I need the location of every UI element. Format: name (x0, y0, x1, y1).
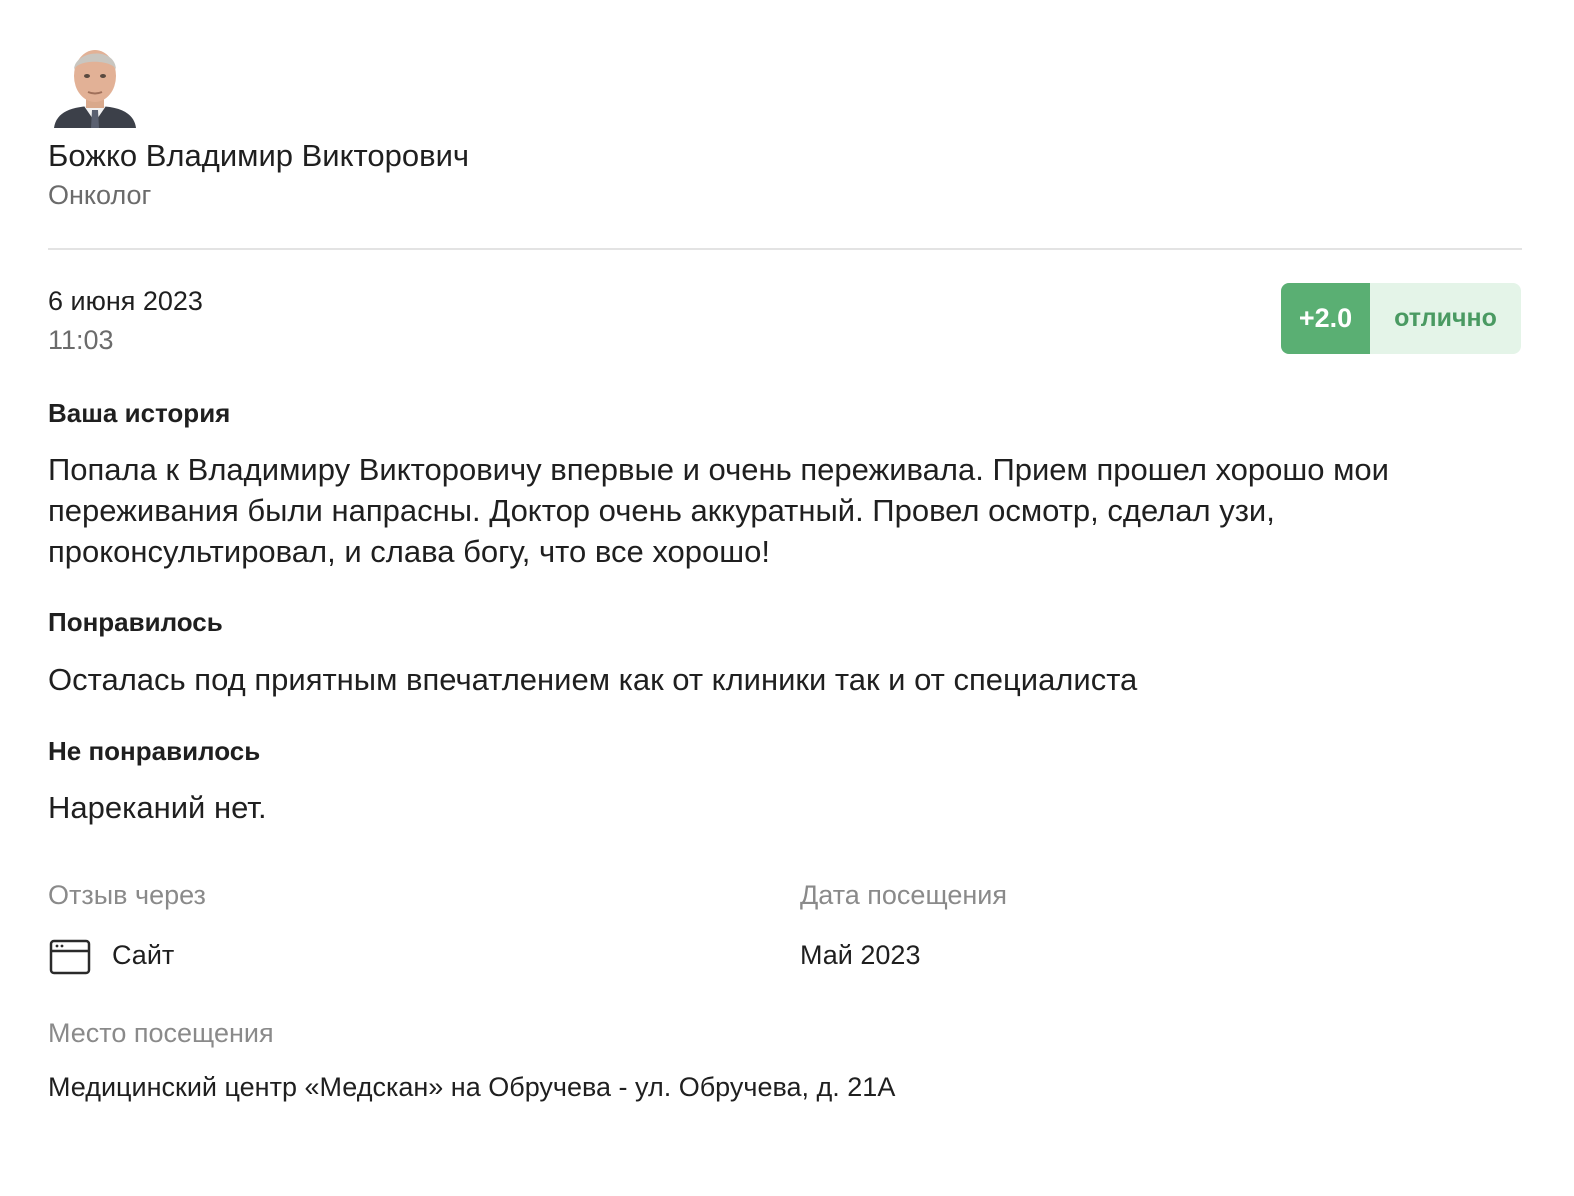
browser-window-icon (48, 937, 92, 977)
doctor-name[interactable]: Божко Владимир Викторович (48, 137, 469, 175)
doctor-photo (48, 40, 142, 128)
place-value[interactable]: Медицинский центр «Медскан» на Обручева … (48, 1070, 895, 1104)
liked-text: Осталась под приятным впечатлением как о… (48, 662, 1138, 697)
story-text: Попала к Владимиру Викторовичу впервые и… (48, 452, 1389, 569)
doctor-specialty: Онколог (48, 180, 152, 210)
place-label: Место посещения (48, 1018, 274, 1048)
doctor-avatar[interactable] (48, 40, 142, 128)
source-label: Отзыв через (48, 880, 206, 910)
story-title: Ваша история (48, 398, 231, 428)
review-card: Божко Владимир Викторович Онколог 6 июня… (0, 0, 1574, 1196)
disliked-text: Нареканий нет. (48, 790, 267, 825)
rating-label: отлично (1370, 283, 1521, 354)
review-date: 6 июня 2023 (48, 286, 203, 316)
rating-score: +2.0 (1281, 283, 1370, 354)
disliked-title: Не понравилось (48, 736, 261, 766)
liked-title: Понравилось (48, 607, 223, 637)
rating-badge: +2.0 отлично (1281, 283, 1521, 354)
review-time: 11:03 (48, 325, 114, 355)
visit-date-label: Дата посещения (800, 880, 1007, 910)
divider (48, 248, 1522, 250)
visit-date-value: Май 2023 (800, 940, 921, 970)
source-value: Сайт (112, 940, 175, 970)
